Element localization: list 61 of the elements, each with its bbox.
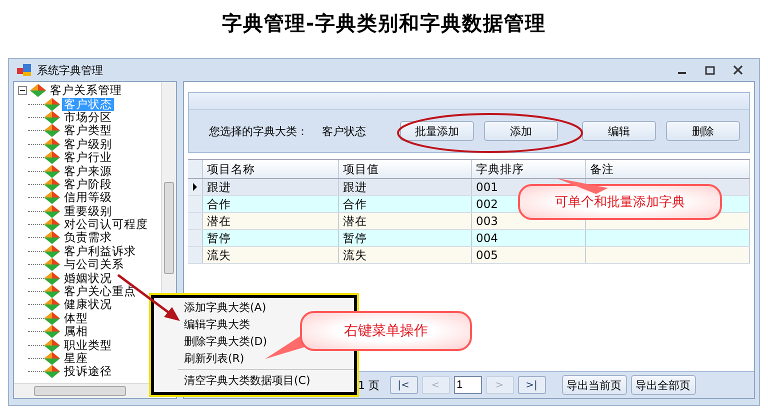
callout-text: 可单个和批量添加字典 [555, 194, 685, 211]
tree-item[interactable]: 婚姻状况 [62, 272, 114, 285]
column-header[interactable]: 项目值 [339, 160, 472, 178]
action-button[interactable]: 删除 [666, 121, 740, 141]
table-cell: 潜在 [343, 214, 367, 228]
table-cell: 跟进 [207, 180, 231, 194]
table-cell: 005 [476, 248, 498, 262]
tree-item[interactable]: 客户级别 [62, 138, 114, 151]
tree-item[interactable]: 重要级别 [62, 204, 114, 218]
action-button[interactable]: 编辑 [582, 121, 656, 141]
menu-item[interactable]: 刷新列表(R) [184, 350, 354, 367]
table-cell: 跟进 [343, 180, 367, 194]
category-label: 您选择的字典大类： [209, 124, 308, 138]
page-input[interactable]: 1 [454, 376, 482, 394]
table-cell: 004 [476, 231, 498, 245]
menu-item[interactable]: 清空字典大类数据项目(C) [184, 372, 354, 389]
table-cell: 流失 [207, 248, 231, 262]
action-button[interactable]: 添加 [484, 121, 558, 141]
callout-text: 右键菜单操作 [344, 322, 428, 340]
tree-item[interactable]: 体型 [62, 312, 90, 325]
column-header[interactable]: 项目名称 [203, 160, 339, 178]
menu-item[interactable]: 添加字典大类(A) [184, 299, 354, 316]
tree-item[interactable]: 与公司关系 [62, 258, 126, 272]
column-header[interactable]: 备注 [586, 160, 750, 178]
tree-item[interactable]: 健康状况 [62, 298, 114, 312]
action-button[interactable]: 批量添加 [400, 121, 474, 141]
tree-item[interactable]: 客户类型 [62, 124, 114, 138]
table-row[interactable]: 暂停 暂停 004 [188, 230, 750, 247]
tree-item[interactable]: 属相 [62, 325, 90, 338]
tree-item[interactable]: 客户来源 [62, 164, 114, 178]
table-cell: 001 [476, 180, 498, 194]
table-cell: 潜在 [207, 214, 231, 228]
export-button[interactable]: 导出全部页 [630, 375, 696, 395]
table-cell: 002 [476, 197, 498, 211]
page-title: 字典管理-字典类别和字典数据管理 [220, 10, 548, 37]
table-cell: 合作 [343, 196, 367, 212]
table-cell: 暂停 [343, 230, 367, 246]
tree-item[interactable]: 投诉途径 [62, 365, 114, 378]
category-value: 客户状态 [322, 124, 366, 138]
table-row[interactable]: 流失 流失 005 [188, 247, 750, 264]
tree-item[interactable]: 客户行业 [62, 151, 114, 164]
tree-item[interactable]: 客户阶段 [62, 178, 114, 191]
page-nav-button[interactable]: |< [390, 376, 418, 394]
table-cell: 流失 [343, 248, 367, 262]
tree-item[interactable]: 信用等级 [62, 191, 114, 204]
tree-item[interactable]: 客户利益诉求 [62, 244, 138, 258]
column-header[interactable]: 字典排序 [472, 160, 586, 178]
tree-item[interactable]: 对公司认可程度 [62, 218, 150, 232]
tree-item[interactable]: 星座 [62, 352, 90, 365]
table-cell: 003 [476, 214, 498, 228]
table-cell: 暂停 [207, 230, 231, 246]
tree-item[interactable]: 市场分区 [62, 110, 114, 124]
window-title: 系统字典管理 [37, 62, 103, 78]
page-count: 1 页 [358, 378, 380, 392]
tree-item[interactable]: 客户关心重点 [62, 285, 138, 298]
tree-item[interactable]: 职业类型 [62, 338, 114, 352]
page-nav-button[interactable]: >| [518, 376, 546, 394]
table-cell: 合作 [207, 196, 231, 212]
export-button[interactable]: 导出当前页 [562, 375, 626, 395]
tree-item[interactable]: 客户关系管理 [48, 84, 124, 98]
tree-item[interactable]: 负责需求 [62, 231, 114, 244]
